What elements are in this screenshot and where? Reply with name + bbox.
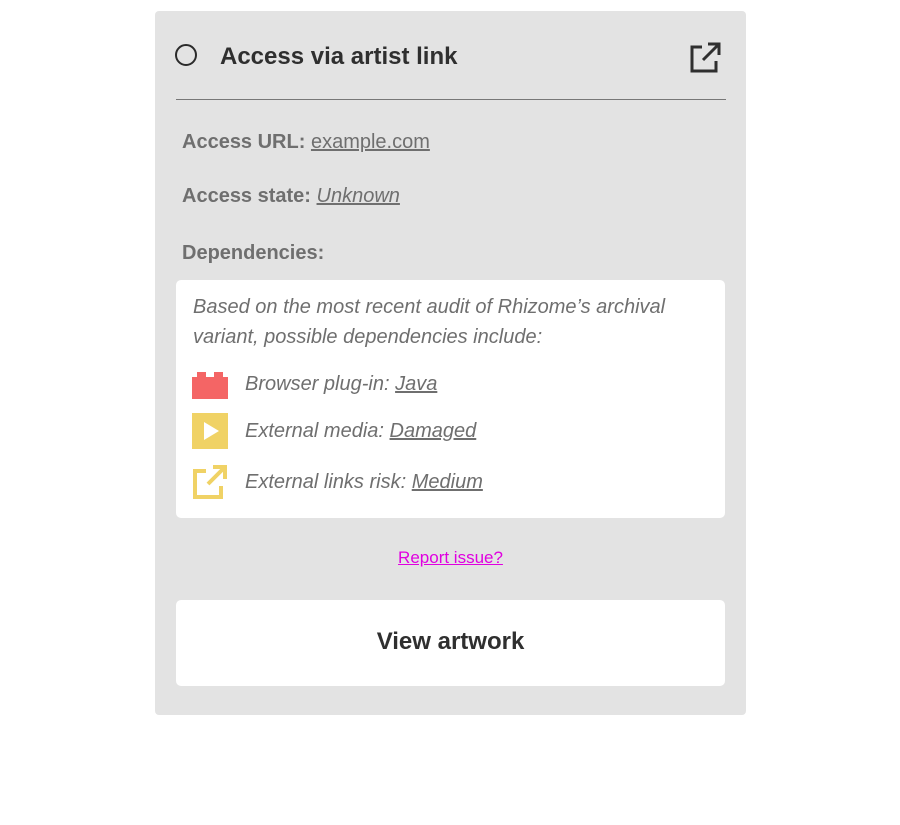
dependency-label: External links risk: [245,471,407,493]
access-state-label: Access state: [182,185,311,207]
dependency-label: Browser plug-in: [245,373,390,395]
view-artwork-button[interactable]: View artwork [176,600,725,686]
dependencies-label: Dependencies: [182,242,325,264]
access-state-row: Access state: Unknown [182,183,400,209]
dependencies-panel: Based on the most recent audit of Rhizom… [176,280,725,518]
dependency-value-link[interactable]: Java [395,373,437,395]
access-url-label: Access URL: [182,131,306,153]
report-row: Report issue? [155,547,746,569]
header-divider [176,99,726,100]
access-option-card: Access via artist link Access URL: examp… [155,11,746,715]
card-title: Access via artist link [220,43,458,70]
dependencies-heading: Dependencies: [182,240,324,266]
report-issue-link[interactable]: Report issue? [398,548,503,567]
external-link-icon [193,465,227,499]
access-url-link[interactable]: example.com [311,131,430,153]
select-radio[interactable] [175,44,197,66]
dependency-item: External media: Damaged [192,413,712,451]
play-media-icon [192,413,228,449]
dependency-value-link[interactable]: Medium [412,471,483,493]
dependency-value-link[interactable]: Damaged [390,420,477,442]
plugin-brick-icon [192,372,228,399]
dependencies-intro: Based on the most recent audit of Rhizom… [193,296,666,348]
access-state-link[interactable]: Unknown [317,185,400,207]
external-link-icon[interactable] [689,41,721,73]
access-url-row: Access URL: example.com [182,129,430,155]
dependency-item: Browser plug-in: Java [192,366,712,404]
dependency-label: External media: [245,420,384,442]
dependency-item: External links risk: Medium [192,464,712,502]
card-header: Access via artist link [175,41,725,73]
